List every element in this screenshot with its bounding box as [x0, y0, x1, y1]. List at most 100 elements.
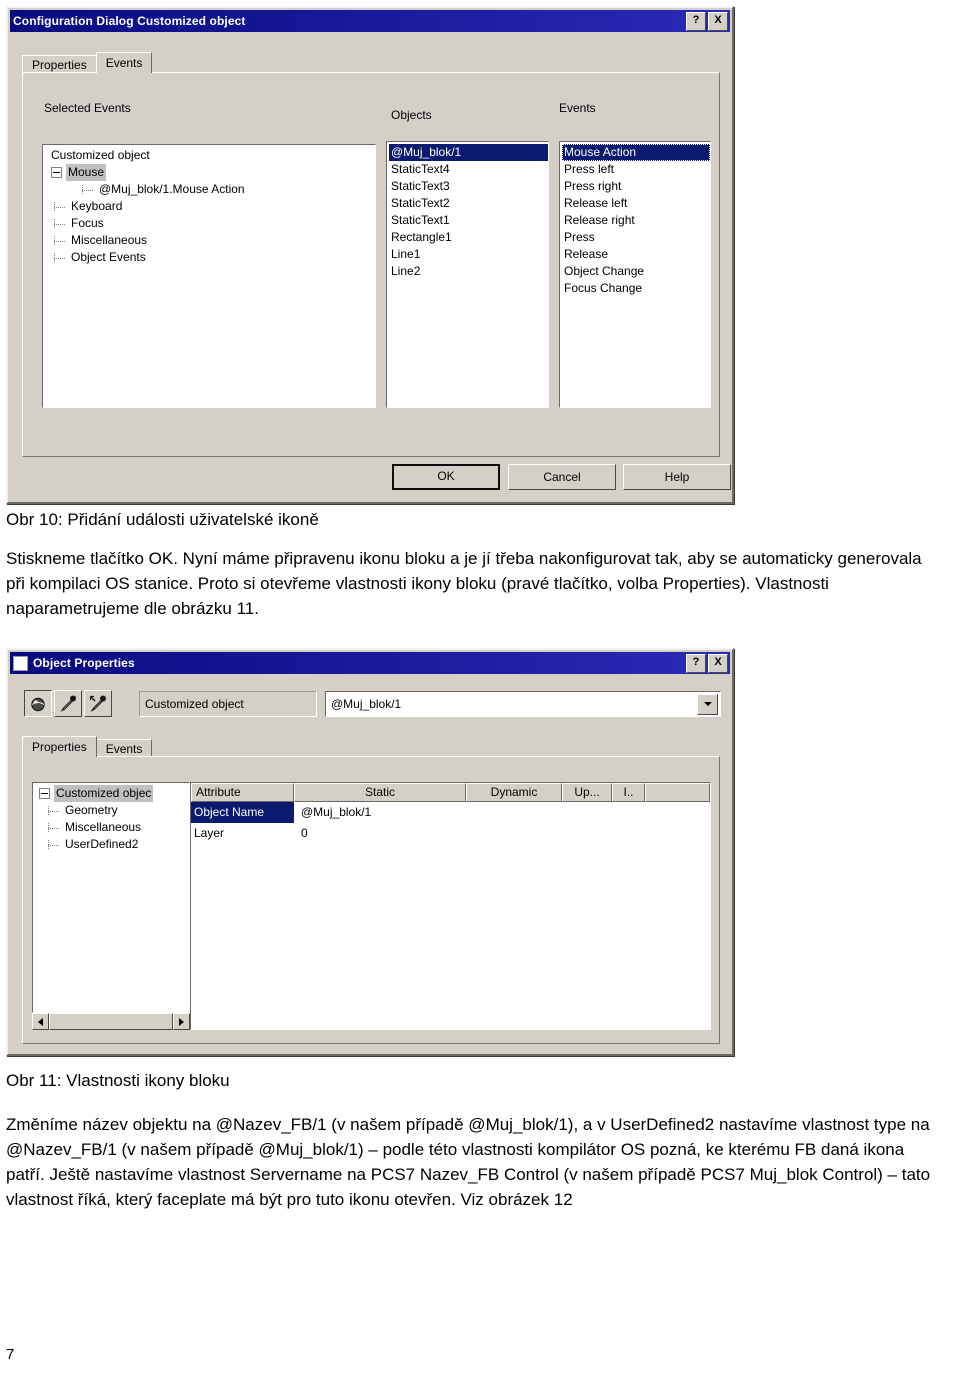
tree-row[interactable]: Customized object	[45, 147, 375, 164]
tree-row[interactable]: Mouse	[45, 164, 375, 181]
eyedropper-left-icon[interactable]	[84, 690, 112, 717]
column-header-dynamic[interactable]: Dynamic	[466, 783, 562, 802]
tree-row[interactable]: Customized objec	[35, 785, 189, 802]
tree-line-icon	[53, 236, 66, 245]
column-header-i[interactable]: I..	[612, 783, 645, 802]
list-item[interactable]: StaticText2	[389, 195, 548, 212]
list-item[interactable]: Release right	[562, 212, 710, 229]
expander-icon[interactable]	[39, 788, 50, 799]
column-header-attribute[interactable]: Attribute	[191, 783, 294, 802]
body-paragraph-2: Změníme název objektu na @Nazev_FB/1 (v …	[6, 1115, 931, 1209]
tree-row[interactable]: @Muj_blok/1.Mouse Action	[45, 181, 375, 198]
tree-line-icon	[53, 253, 66, 262]
tree-line-icon	[47, 823, 60, 832]
tab-properties[interactable]: Properties	[22, 55, 97, 73]
properties-tree-inner: Customized objec Geometry Miscellaneous …	[33, 783, 189, 853]
help-titlebar-button[interactable]: ?	[686, 11, 706, 31]
configuration-dialog[interactable]: Configuration Dialog Customized object ?…	[6, 6, 734, 504]
tree-row[interactable]: Keyboard	[45, 198, 375, 215]
cell-attribute[interactable]: Layer	[191, 823, 294, 844]
tree-line-icon	[47, 840, 60, 849]
attributes-grid[interactable]: Attribute Static Dynamic Up... I.. Objec…	[190, 782, 711, 1030]
object-properties-tabstrip-inner[interactable]: Properties Events	[22, 736, 153, 757]
attributes-grid-header[interactable]: Attribute Static Dynamic Up... I..	[191, 783, 710, 802]
scroll-right-arrow-icon[interactable]	[173, 1013, 190, 1030]
tree-item-label: Miscellaneous	[71, 233, 148, 247]
list-item[interactable]: StaticText3	[389, 178, 548, 195]
properties-tree[interactable]: Customized objec Geometry Miscellaneous …	[32, 782, 190, 1013]
events-listbox[interactable]: Mouse Action Press left Press right Rele…	[559, 141, 711, 408]
tree-row[interactable]: Geometry	[35, 802, 189, 819]
column-header-up[interactable]: Up...	[562, 783, 612, 802]
cancel-button[interactable]: Cancel	[508, 464, 616, 490]
list-item[interactable]: Mouse Action	[562, 144, 710, 161]
chevron-down-icon[interactable]	[697, 693, 718, 715]
cell-attribute[interactable]: Object Name	[191, 802, 294, 823]
objects-label: Objects	[391, 108, 432, 122]
table-row[interactable]: Object Name @Muj_blok/1	[191, 802, 710, 823]
list-item[interactable]: StaticText1	[389, 212, 548, 229]
object-properties-titlebar[interactable]: Object Properties ? X	[10, 652, 730, 674]
expander-icon[interactable]	[51, 167, 62, 178]
tab-properties-label: Properties	[32, 740, 87, 754]
scrollbar-thumb[interactable]	[49, 1013, 173, 1030]
properties-tree-hscrollbar[interactable]	[32, 1013, 190, 1030]
scroll-left-arrow-icon[interactable]	[32, 1013, 49, 1030]
help-button[interactable]: Help	[623, 464, 731, 490]
tree-line-icon	[81, 185, 94, 194]
list-item[interactable]: Focus Change	[562, 280, 710, 297]
tree-row[interactable]: UserDefined2	[35, 836, 189, 853]
tree-item-label: Geometry	[65, 803, 118, 817]
help-titlebar-button[interactable]: ?	[686, 653, 706, 673]
object-name-combo[interactable]: @Muj_blok/1	[325, 691, 721, 717]
list-item[interactable]: Object Change	[562, 263, 710, 280]
configuration-dialog-title: Configuration Dialog Customized object	[13, 14, 246, 28]
list-item[interactable]: Release	[562, 246, 710, 263]
tree-item-label: Object Events	[71, 250, 146, 264]
figure-11-caption: Obr 11: Vlastnosti ikony bloku	[6, 1071, 230, 1090]
list-item[interactable]: Press	[562, 229, 710, 246]
tree-row[interactable]: Object Events	[45, 249, 375, 266]
list-item[interactable]: Release left	[562, 195, 710, 212]
configuration-dialog-tabstrip[interactable]: Properties Events	[22, 52, 153, 73]
list-item[interactable]: StaticText4	[389, 161, 548, 178]
object-properties-toolbar[interactable]	[24, 690, 114, 717]
tree-item-label: Focus	[71, 216, 104, 230]
tree-line-icon	[53, 219, 66, 228]
configuration-dialog-titlebar[interactable]: Configuration Dialog Customized object ?…	[10, 10, 730, 32]
sphere-icon[interactable]	[24, 690, 52, 717]
tree-item-label: Customized object	[51, 148, 150, 162]
tab-events[interactable]: Events	[95, 52, 153, 73]
events-label: Events	[559, 101, 596, 115]
eyedropper-right-icon[interactable]	[54, 690, 82, 717]
object-properties-dialog[interactable]: Object Properties ? X Customized object …	[6, 648, 734, 1056]
tree-item-label: @Muj_blok/1.Mouse Action	[99, 182, 245, 196]
object-name-combo-value: @Muj_blok/1	[331, 697, 402, 711]
tab-properties[interactable]: Properties	[22, 736, 97, 757]
table-row[interactable]: Layer 0	[191, 823, 710, 844]
tree-row[interactable]: Focus	[45, 215, 375, 232]
cell-static[interactable]: 0	[294, 823, 308, 844]
close-titlebar-button[interactable]: X	[708, 11, 728, 31]
tree-item-label: Customized objec	[54, 785, 154, 802]
tree-item-label: Keyboard	[71, 199, 123, 213]
close-titlebar-button[interactable]: X	[708, 653, 728, 673]
window-icon	[13, 655, 28, 671]
list-item[interactable]: @Muj_blok/1	[389, 144, 548, 161]
selected-events-tree-inner: Customized object Mouse @Muj_blok/1.Mous…	[43, 145, 375, 266]
objects-listbox[interactable]: @Muj_blok/1 StaticText4 StaticText3 Stat…	[386, 141, 549, 408]
ok-button[interactable]: OK	[392, 464, 500, 490]
list-item[interactable]: Line2	[389, 263, 548, 280]
tab-events-label: Events	[105, 56, 143, 70]
cell-static[interactable]: @Muj_blok/1	[294, 802, 371, 823]
list-item[interactable]: Rectangle1	[389, 229, 548, 246]
list-item[interactable]: Press right	[562, 178, 710, 195]
column-header-static[interactable]: Static	[294, 783, 466, 802]
list-item[interactable]: Line1	[389, 246, 548, 263]
list-item[interactable]: Press left	[562, 161, 710, 178]
tree-row[interactable]: Miscellaneous	[45, 232, 375, 249]
figure-10-caption: Obr 10: Přidání události uživatelské iko…	[6, 510, 319, 529]
selected-events-tree[interactable]: Customized object Mouse @Muj_blok/1.Mous…	[42, 144, 376, 408]
tree-row[interactable]: Miscellaneous	[35, 819, 189, 836]
tab-events[interactable]: Events	[95, 739, 153, 757]
